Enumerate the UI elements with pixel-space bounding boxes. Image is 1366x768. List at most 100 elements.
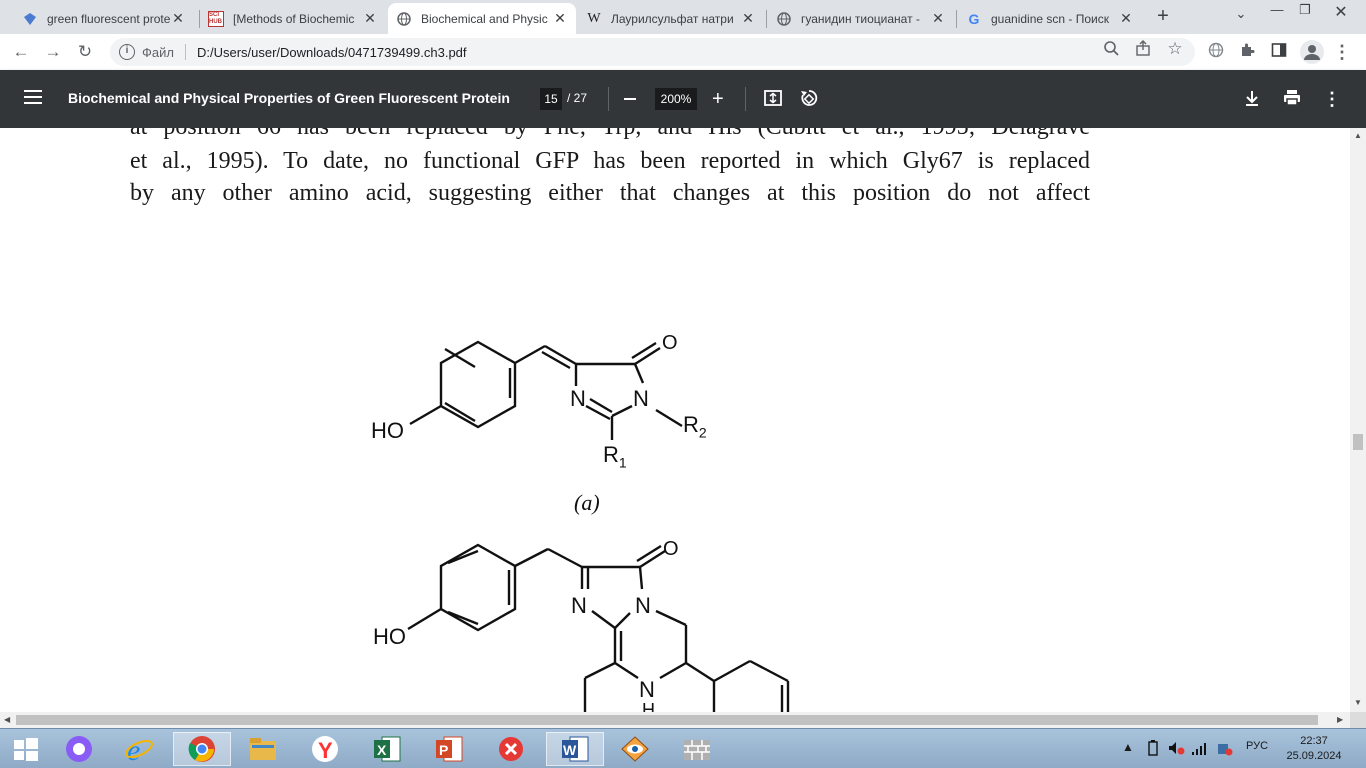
alice-assistant-icon[interactable] [52, 732, 106, 766]
url-text[interactable]: D:/Users/user/Downloads/0471739499.ch3.p… [197, 45, 467, 60]
word-icon[interactable]: W [546, 732, 604, 766]
download-icon[interactable] [1241, 88, 1263, 110]
battery-icon[interactable] [1148, 740, 1158, 759]
scroll-thumb[interactable] [1353, 434, 1363, 450]
network-signal-icon[interactable] [1191, 740, 1209, 759]
pdf-title: Biochemical and Physical Properties of G… [68, 90, 510, 106]
hamburger-menu-icon[interactable] [24, 90, 42, 104]
pdf-page: at position 66 has been replaced by Phe,… [0, 128, 1350, 712]
more-actions-icon[interactable]: ⋮ [1321, 88, 1343, 110]
clock[interactable]: 22:37 25.09.2024 [1284, 734, 1344, 764]
vpn-globe-icon[interactable] [1206, 42, 1226, 62]
firewall-icon[interactable] [670, 732, 724, 766]
volume-muted-icon[interactable] [1167, 740, 1185, 759]
profile-avatar-icon[interactable] [1300, 40, 1324, 64]
atom-label: O [663, 538, 679, 560]
tab-strip: green fluorescent prote ✕ SCI HUB [Metho… [0, 0, 1366, 34]
tab-title: гуанидин тиоцианат - [801, 11, 920, 26]
yandex-browser-icon[interactable]: Y [298, 732, 352, 766]
viewer-eye-icon[interactable] [608, 732, 662, 766]
scroll-corner [1350, 712, 1366, 728]
scroll-right-icon[interactable]: ▶ [1337, 715, 1343, 724]
forward-icon[interactable]: → [41, 40, 65, 64]
new-tab-button[interactable]: + [1152, 6, 1174, 28]
chrome-icon[interactable] [173, 732, 231, 766]
reload-icon[interactable]: ↻ [73, 40, 97, 64]
atom-label: HO [371, 418, 404, 443]
scroll-up-icon[interactable]: ▲ [1354, 131, 1362, 140]
close-icon[interactable]: ✕ [170, 10, 186, 27]
fit-page-icon[interactable] [762, 88, 784, 110]
substituent-r2: R [683, 412, 699, 437]
svg-text:X: X [377, 742, 387, 758]
menu-dots-icon[interactable]: ⋮ [1332, 42, 1352, 62]
share-icon[interactable] [1134, 40, 1152, 58]
close-icon[interactable]: ✕ [740, 10, 756, 27]
svg-text:P: P [439, 742, 448, 758]
scroll-left-icon[interactable]: ◀ [4, 715, 10, 724]
back-icon[interactable]: ← [9, 40, 33, 64]
close-icon[interactable]: ✕ [362, 10, 378, 27]
network-error-icon[interactable] [1216, 740, 1234, 759]
zoom-in-button[interactable]: + [712, 89, 724, 109]
tab-guanidine[interactable]: гуанидин тиоцианат - ✕ [768, 3, 954, 34]
side-panel-icon[interactable] [1269, 42, 1289, 62]
tab-title: guanidine scn - Поиск [991, 11, 1109, 26]
tab-divider [766, 10, 767, 28]
globe-icon [776, 11, 792, 27]
address-bar[interactable]: i Файл D:/Users/user/Downloads/047173949… [110, 38, 1195, 66]
tab-gfp[interactable]: green fluorescent prote ✕ [14, 3, 194, 34]
atom-label: HO [373, 624, 406, 649]
print-icon[interactable] [1281, 88, 1303, 110]
close-icon[interactable]: ✕ [930, 10, 946, 27]
info-icon[interactable]: i [119, 44, 135, 60]
bookmark-star-icon[interactable]: ☆ [1166, 40, 1184, 58]
tab-title: [Methods of Biochemic [233, 11, 355, 26]
close-icon[interactable]: ✕ [1118, 10, 1134, 27]
zoom-out-button[interactable] [624, 98, 636, 100]
extensions-icon[interactable] [1237, 42, 1257, 62]
start-button[interactable] [0, 732, 52, 766]
clock-time: 22:37 [1300, 735, 1328, 747]
tab-biochemical[interactable]: Biochemical and Physic ✕ [388, 3, 576, 34]
subscript: 2 [698, 424, 707, 441]
scroll-down-icon[interactable]: ▼ [1354, 698, 1362, 707]
scroll-thumb[interactable] [16, 715, 1318, 725]
red-app-icon[interactable] [484, 732, 538, 766]
excel-icon[interactable]: X [360, 732, 414, 766]
windows-logo-icon [14, 738, 38, 761]
vertical-scrollbar[interactable]: ▲ ▼ [1350, 128, 1366, 712]
atom-label: H [642, 700, 655, 712]
file-explorer-icon[interactable] [236, 732, 290, 766]
rotate-icon[interactable] [798, 88, 820, 110]
powerpoint-icon[interactable]: P [422, 732, 476, 766]
wikipedia-icon: W [587, 10, 601, 26]
internet-explorer-icon[interactable]: e [112, 732, 166, 766]
zoom-input[interactable]: 200% [655, 88, 697, 110]
toolbar-divider [608, 87, 609, 111]
atom-label: R1 [603, 442, 627, 470]
tab-wiki[interactable]: W Лаурилсульфат натри ✕ [578, 3, 764, 34]
atom-label: N [635, 593, 651, 618]
figure-label-a: (a) [574, 490, 600, 515]
close-icon[interactable]: ✕ [552, 10, 568, 27]
omnibox-divider [184, 44, 186, 60]
structure-b-bonds [407, 543, 790, 712]
scihub-icon: SCI HUB [208, 10, 224, 27]
close-window-icon[interactable]: ✕ [1318, 2, 1364, 22]
language-indicator[interactable]: РУС [1246, 740, 1268, 752]
zoom-icon[interactable] [1102, 40, 1120, 58]
atom-label: O [662, 332, 678, 354]
tab-title: Biochemical and Physic [421, 11, 548, 26]
horizontal-scrollbar[interactable]: ◀ ▶ [0, 712, 1350, 728]
tray-expand-icon[interactable]: ▲ [1122, 740, 1134, 754]
tab-title: Лаурилсульфат натри [611, 11, 734, 26]
browser-toolbar: ← → ↻ i Файл D:/Users/user/Downloads/047… [0, 34, 1366, 70]
globe-icon [396, 11, 412, 27]
atom-label: N [570, 386, 586, 411]
tab-google[interactable]: G guanidine scn - Поиск ✕ [958, 3, 1142, 34]
page-number-input[interactable]: 15 [540, 88, 562, 110]
body-text-line: et al., 1995). To date, no functional GF… [130, 148, 1090, 174]
tab-methods[interactable]: SCI HUB [Methods of Biochemic ✕ [200, 3, 386, 34]
atom-label: N [633, 386, 649, 411]
